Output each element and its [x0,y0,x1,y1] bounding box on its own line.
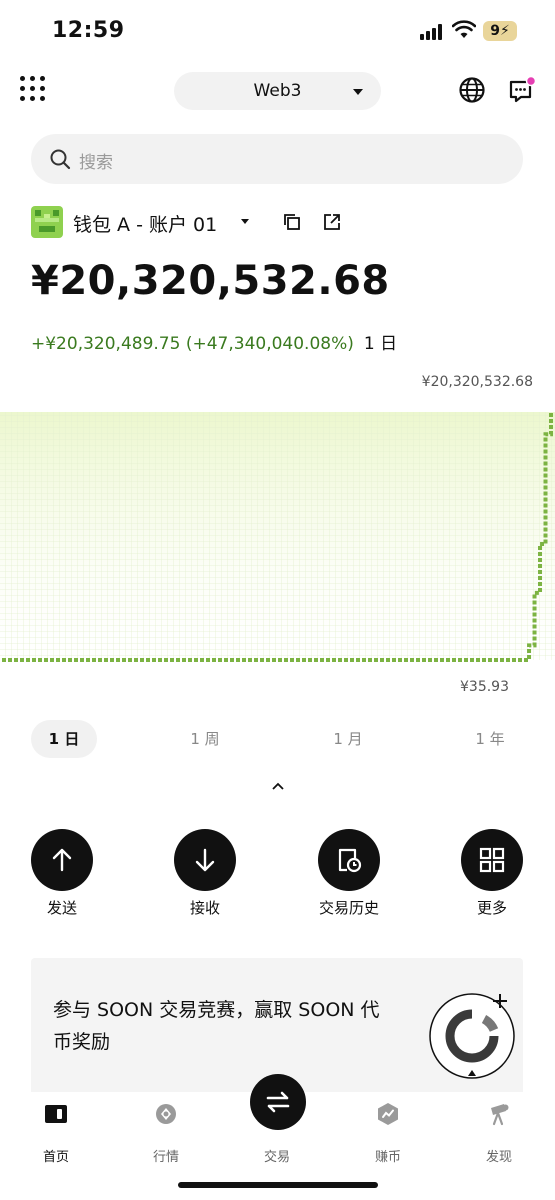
send-button[interactable]: 发送 [12,829,112,919]
balance-change: +¥20,320,489.75 (+47,340,040.08%) 1 日 [31,329,397,354]
network-selector[interactable]: Web3 [174,72,381,110]
cellular-signal-icon [420,24,446,40]
home-indicator [178,1182,378,1188]
nav-discover-label: 发现 [485,1150,512,1165]
wallet-name: 钱包 A - 账户 01 [73,214,218,236]
battery-level: 9 [490,23,500,39]
wallet-avatar [31,206,63,238]
swap-icon [266,1091,290,1113]
message-icon[interactable] [508,76,536,104]
more-button[interactable]: 更多 [442,829,542,919]
nav-earn[interactable]: 赚币 [348,1102,428,1165]
external-link-icon[interactable] [323,213,341,231]
nav-home[interactable]: 首页 [16,1102,96,1165]
status-bar: 12:59 9⚡ [0,0,555,62]
chevron-up-icon[interactable] [270,780,286,792]
balance-change-value: +¥20,320,489.75 (+47,340,040.08%) [31,334,354,354]
arrow-down-icon [195,848,215,872]
discover-icon [491,1104,509,1126]
nav-discover[interactable]: 发现 [459,1102,539,1165]
search-icon [50,149,71,170]
range-option-1d[interactable]: 1 日 [31,720,97,758]
apps-grid-icon[interactable] [20,76,48,104]
market-icon [156,1104,176,1124]
grid-icon [479,847,505,873]
chevron-down-icon [241,219,249,224]
nav-market[interactable]: 行情 [126,1102,206,1165]
status-time: 12:59 [52,18,125,43]
network-selector-label: Web3 [253,81,302,101]
balance-chart[interactable] [0,398,555,670]
nav-trade-label: 交易 [263,1150,290,1165]
range-option-1w[interactable]: 1 周 [172,720,238,758]
chevron-down-icon [353,89,363,95]
wallet-icon [45,1105,67,1123]
notification-dot [525,76,536,87]
wallet-selector[interactable]: 钱包 A - 账户 01 [31,205,431,239]
trade-swap-button[interactable] [250,1074,306,1130]
history-button[interactable]: 交易历史 [299,829,399,919]
search-input[interactable]: 搜索 [79,148,113,173]
chart-grid [0,412,555,660]
promo-text: 参与 SOON 交易竞赛，赢取 SOON 代币奖励 [53,999,380,1053]
send-label: 发送 [46,899,77,917]
receive-button[interactable]: 接收 [155,829,255,919]
history-label: 交易历史 [318,899,379,917]
soon-logo-icon [429,993,515,1079]
range-option-1m[interactable]: 1 月 [315,720,381,758]
chart-min-label: ¥35.93 [460,679,509,695]
globe-icon[interactable] [458,76,486,104]
earn-icon [378,1103,398,1125]
receive-label: 接收 [189,899,220,917]
battery-icon: 9⚡ [483,21,517,41]
nav-market-label: 行情 [152,1150,179,1165]
arrow-up-icon [52,848,72,872]
history-icon [338,848,362,873]
total-balance: ¥20,320,532.68 [31,258,390,304]
copy-icon[interactable] [283,213,301,231]
nav-earn-label: 赚币 [374,1150,401,1165]
search-bar[interactable]: 搜索 [31,134,523,184]
range-option-1y[interactable]: 1 年 [457,720,523,758]
balance-change-period: 1 日 [363,334,398,354]
time-range-selector: 1 日 1 周 1 月 1 年 [0,720,555,758]
top-nav: Web3 [0,70,555,112]
chart-max-label: ¥20,320,532.68 [421,374,533,390]
more-label: 更多 [476,899,507,917]
wifi-icon [452,20,476,38]
nav-home-label: 首页 [42,1150,69,1165]
